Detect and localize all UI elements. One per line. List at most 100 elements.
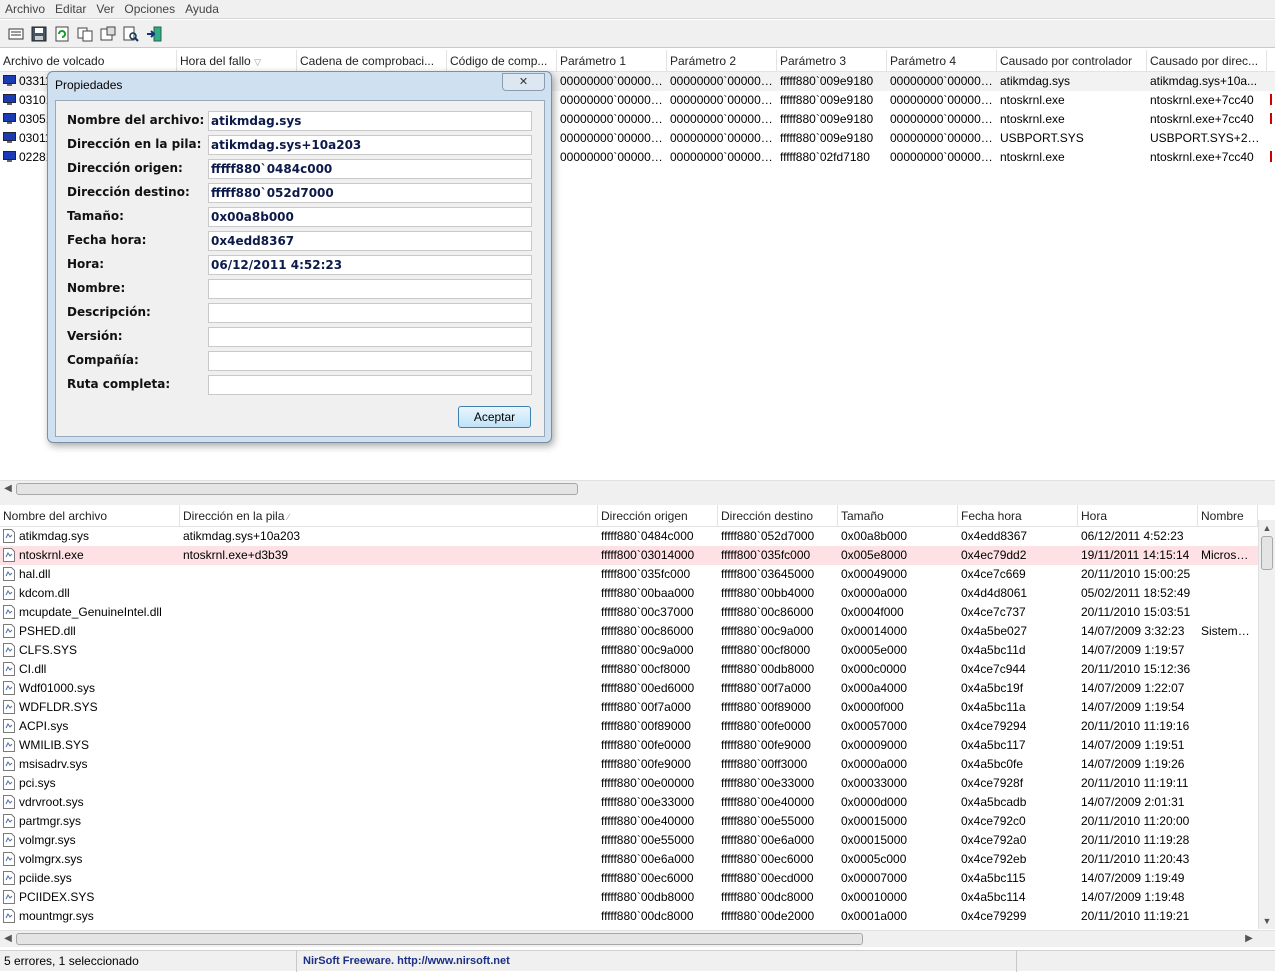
find-icon[interactable] [121,24,140,43]
col-dump-file[interactable]: Archivo de volcado [0,50,177,71]
cell-text: fffff880`00ec6000 [601,871,694,885]
driver-row[interactable]: kdcom.dll fffff880`00baa000 fffff880`00bb4… [0,584,1275,603]
close-icon[interactable]: ✕ [502,73,545,91]
driver-row[interactable]: ntoskrnl.exe ntoskrnl.exe+d3b39 fffff800`0… [0,546,1275,565]
driver-row[interactable]: CI.dll fffff880`00cf8000 fffff880`00db8000… [0,660,1275,679]
property-value-field[interactable] [208,351,532,371]
property-value-field[interactable] [208,375,532,395]
cell-text: 0x4ce79294 [961,719,1027,733]
driver-row[interactable]: partmgr.sys fffff880`00e40000 fffff880`00e… [0,812,1275,831]
cell-text: 0x00015000 [841,814,908,828]
bottom-horizontal-scrollbar[interactable]: ◀ ▶ [0,930,1275,947]
driver-row[interactable]: WDFLDR.SYS fffff880`00f7a000 fffff880`00f8… [0,698,1275,717]
top-horizontal-scrollbar[interactable]: ◀ [0,480,1275,497]
driver-row[interactable]: WMILIB.SYS fffff880`00fe0000 fffff880`00fe… [0,736,1275,755]
property-value-field[interactable]: 06/12/2011 4:52:23 [208,255,532,275]
driver-row[interactable]: volmgr.sys fffff880`00e55000 fffff880`00e6… [0,831,1275,850]
col-caused-by-address[interactable]: Causado por direc... [1147,50,1267,71]
driver-row[interactable]: pci.sys fffff880`00e00000 fffff880`00e3300… [0,774,1275,793]
html-report-icon[interactable] [98,24,117,43]
bottom-vscroll-thumb[interactable] [1261,536,1273,570]
table-cell [180,565,598,584]
table-cell: 00000000`000000... [887,72,997,91]
cell-text: fffff800`03014000 [601,548,695,562]
col-param1[interactable]: Parámetro 1 [557,50,667,71]
col-bug-check-string[interactable]: Cadena de comprobaci... [297,50,447,71]
col-filename[interactable]: Nombre del archivo [0,505,180,526]
scroll-down-icon[interactable]: ▼ [1259,913,1275,929]
property-value-field[interactable]: atikmdag.sys [208,111,532,131]
ok-button[interactable]: Aceptar [458,406,531,428]
driver-row[interactable]: volmgrx.sys fffff880`00e6a000 fffff880`00e… [0,850,1275,869]
col-stack-address[interactable]: Dirección en la pila ∕ [180,505,598,526]
copy-icon[interactable] [75,24,94,43]
col-timestamp[interactable]: Fecha hora [958,505,1078,526]
menu-ver[interactable]: Ver [91,2,119,16]
exit-icon[interactable] [144,24,163,43]
col-to-address[interactable]: Dirección destino [718,505,838,526]
status-credit-link[interactable]: NirSoft Freeware. http://www.nirsoft.net [297,950,1017,972]
table-cell [180,812,598,831]
filename-cell: partmgr.sys [0,812,180,831]
properties-icon[interactable] [6,24,25,43]
table-cell [180,622,598,641]
driver-row[interactable]: CLFS.SYS fffff880`00c9a000 fffff880`00cf80… [0,641,1275,660]
col-param2[interactable]: Parámetro 2 [667,50,777,71]
scroll-left-icon[interactable]: ◀ [0,481,16,497]
driver-row[interactable]: vdrvroot.sys fffff880`00e33000 fffff880`00… [0,793,1275,812]
menu-archivo[interactable]: Archivo [0,2,50,16]
col-time[interactable]: Hora [1078,505,1198,526]
driver-row[interactable]: msisadrv.sys fffff880`00fe9000 fffff880`00… [0,755,1275,774]
property-value-field[interactable]: fffff880`052d7000 [208,183,532,203]
driver-row[interactable]: mcupdate_GenuineIntel.dll fffff880`00c370… [0,603,1275,622]
menu-opciones[interactable]: Opciones [119,2,180,16]
driver-row[interactable]: pciide.sys fffff880`00ec6000 fffff880`00ec… [0,869,1275,888]
col-size[interactable]: Tamaño [838,505,958,526]
refresh-icon[interactable] [52,24,71,43]
property-value-field[interactable] [208,327,532,347]
top-scroll-thumb[interactable] [16,483,578,495]
cell-text: 0x00033000 [841,776,908,790]
cell-text: fffff880`00fe0000 [601,738,691,752]
table-cell [180,888,598,907]
col-next[interactable] [1267,50,1275,71]
property-value-field[interactable]: 0x00a8b000 [208,207,532,227]
driver-row[interactable]: mountmgr.sys fffff880`00dc8000 fffff880`00… [0,907,1275,926]
col-param4[interactable]: Parámetro 4 [887,50,997,71]
panel-splitter[interactable] [0,497,1275,505]
col-from-address[interactable]: Dirección origen [598,505,718,526]
property-value-field[interactable]: atikmdag.sys+10a203 [208,135,532,155]
cell-text: fffff880`00f7a000 [721,681,811,695]
cell-text: 14/07/2009 1:19:26 [1081,757,1185,771]
property-value-field[interactable] [208,279,532,299]
property-label: Dirección destino: [67,185,190,199]
scroll-left-icon[interactable]: ◀ [0,931,16,947]
save-icon[interactable] [29,24,48,43]
scroll-up-icon[interactable]: ▲ [1259,520,1275,536]
driver-row[interactable]: Wdf01000.sys fffff880`00ed6000 fffff880`00… [0,679,1275,698]
driver-row[interactable]: PCIIDEX.SYS fffff880`00db8000 fffff880`00d… [0,888,1275,907]
table-cell [180,869,598,888]
cell-text: 20/11/2010 11:19:21 [1081,909,1190,923]
driver-row[interactable]: atikmdag.sys atikmdag.sys+10a203 fffff880`… [0,527,1275,546]
table-cell: 14/07/2009 1:19:49 [1078,869,1198,888]
scroll-right-icon[interactable]: ▶ [1241,931,1257,947]
property-value-field[interactable]: 0x4edd8367 [208,231,532,251]
col-name[interactable]: Nombre [1198,505,1258,526]
col-caused-by-driver[interactable]: Causado por controlador [997,50,1147,71]
bottom-scroll-thumb[interactable] [16,933,863,945]
property-value-field[interactable] [208,303,532,323]
driver-row[interactable]: hal.dll fffff800`035fc000 fffff800`0364500… [0,565,1275,584]
bottom-vertical-scrollbar[interactable]: ▲ ▼ [1258,520,1275,929]
col-param3[interactable]: Parámetro 3 [777,50,887,71]
cell-text: 0x00014000 [841,624,908,638]
menu-editar[interactable]: Editar [50,2,91,16]
menu-ayuda[interactable]: Ayuda [180,2,224,16]
property-value-field[interactable]: fffff880`0484c000 [208,159,532,179]
cell-text: 20/11/2010 11:20:00 [1081,814,1190,828]
driver-row[interactable]: ACPI.sys fffff880`00f89000 fffff880`00fe00… [0,717,1275,736]
col-crash-time[interactable]: Hora del fallo ▽ [177,50,297,71]
col-bug-check-code[interactable]: Código de comp... [447,50,557,71]
file-icon [3,871,16,886]
driver-row[interactable]: PSHED.dll fffff880`00c86000 fffff880`00c9a… [0,622,1275,641]
